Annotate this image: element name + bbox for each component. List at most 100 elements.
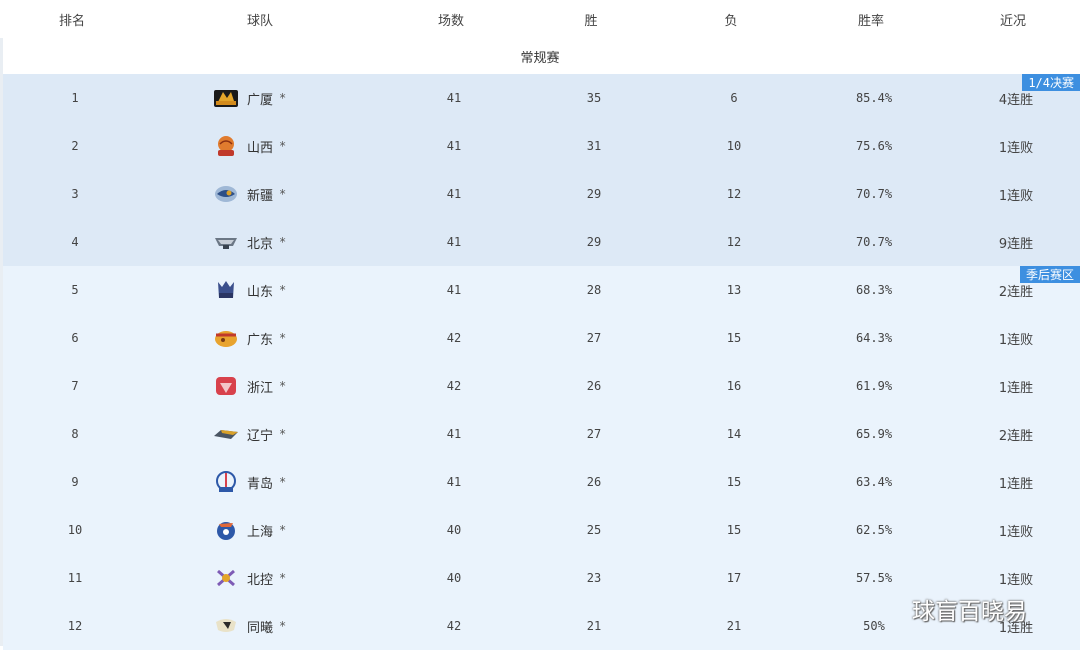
rank-cell: 6 xyxy=(71,331,79,345)
table-row[interactable]: 1 广厦 * 41 35 6 85.4% 4连胜 1/4决赛 xyxy=(3,74,1080,122)
losses-cell: 15 xyxy=(726,475,742,489)
games-cell: 40 xyxy=(446,571,462,585)
win-pct-cell: 62.5% xyxy=(855,523,893,537)
star-marker: * xyxy=(279,187,287,201)
star-marker: * xyxy=(279,523,287,537)
playoff-zone-tag: 1/4决赛 xyxy=(1022,74,1080,91)
wins-cell: 29 xyxy=(586,187,602,201)
team-logo-icon xyxy=(213,134,239,158)
games-cell: 41 xyxy=(446,91,462,105)
losses-cell: 12 xyxy=(726,187,742,201)
header-losses[interactable]: 负 xyxy=(681,0,781,38)
games-cell: 42 xyxy=(446,331,462,345)
rank-cell: 12 xyxy=(67,619,83,633)
header-wins[interactable]: 胜 xyxy=(541,0,641,38)
losses-cell: 15 xyxy=(726,331,742,345)
table-row[interactable]: 3 新疆 * 41 29 12 70.7% 1连败 xyxy=(3,170,1080,218)
wins-cell: 27 xyxy=(586,331,602,345)
team-name[interactable]: 北京 xyxy=(247,233,273,252)
table-row[interactable]: 2 山西 * 41 31 10 75.6% 1连败 xyxy=(3,122,1080,170)
star-marker: * xyxy=(279,427,287,441)
losses-cell: 6 xyxy=(730,91,738,105)
win-pct-cell: 85.4% xyxy=(855,91,893,105)
table-row[interactable]: 10 上海 * 40 25 15 62.5% 1连败 xyxy=(3,506,1080,554)
team-name[interactable]: 广厦 xyxy=(247,89,273,108)
team-cell[interactable]: 广东 * xyxy=(213,314,343,362)
win-pct-cell: 75.6% xyxy=(855,139,893,153)
team-cell[interactable]: 广厦 * xyxy=(213,74,343,122)
star-marker: * xyxy=(279,235,287,249)
table-row[interactable]: 5 山东 * 41 28 13 68.3% 2连胜 季后赛区 xyxy=(3,266,1080,314)
wins-cell: 25 xyxy=(586,523,602,537)
star-marker: * xyxy=(279,283,287,297)
games-cell: 42 xyxy=(446,379,462,393)
win-pct-cell: 57.5% xyxy=(855,571,893,585)
team-cell[interactable]: 辽宁 * xyxy=(213,410,343,458)
team-cell[interactable]: 山东 * xyxy=(213,266,343,314)
table-row[interactable]: 8 辽宁 * 41 27 14 65.9% 2连胜 xyxy=(3,410,1080,458)
streak-cell: 1连败 xyxy=(998,524,1034,540)
team-name[interactable]: 广东 xyxy=(247,329,273,348)
header-win-pct[interactable]: 胜率 xyxy=(821,0,921,38)
team-logo-icon xyxy=(213,470,239,494)
rank-cell: 11 xyxy=(67,571,83,585)
win-pct-cell: 65.9% xyxy=(855,427,893,441)
team-logo-icon xyxy=(213,422,239,446)
star-marker: * xyxy=(279,619,287,633)
star-marker: * xyxy=(279,571,287,585)
team-name[interactable]: 山东 xyxy=(247,281,273,300)
team-cell[interactable]: 山西 * xyxy=(213,122,343,170)
team-logo-icon xyxy=(213,230,239,254)
wins-cell: 31 xyxy=(586,139,602,153)
losses-cell: 15 xyxy=(726,523,742,537)
rank-cell: 7 xyxy=(71,379,79,393)
win-pct-cell: 70.7% xyxy=(855,187,893,201)
team-cell[interactable]: 新疆 * xyxy=(213,170,343,218)
team-name[interactable]: 辽宁 xyxy=(247,425,273,444)
watermark: 球盲百晓易 xyxy=(912,599,1027,625)
table-row[interactable]: 9 青岛 * 41 26 15 63.4% 1连胜 xyxy=(3,458,1080,506)
games-cell: 40 xyxy=(446,523,462,537)
table-row[interactable]: 7 浙江 * 42 26 16 61.9% 1连胜 xyxy=(3,362,1080,410)
team-cell[interactable]: 北控 * xyxy=(213,554,343,602)
header-team[interactable]: 球队 xyxy=(200,0,320,38)
team-name[interactable]: 新疆 xyxy=(247,185,273,204)
playin-zone-tag: 季后赛区 xyxy=(1019,266,1080,283)
table-row[interactable]: 6 广东 * 42 27 15 64.3% 1连败 xyxy=(3,314,1080,362)
header-rank[interactable]: 排名 xyxy=(22,0,122,38)
losses-cell: 13 xyxy=(726,283,742,297)
team-logo-icon xyxy=(213,86,239,110)
streak-cell: 1连败 xyxy=(998,140,1034,156)
losses-cell: 21 xyxy=(726,619,742,633)
team-name[interactable]: 山西 xyxy=(247,137,273,156)
team-cell[interactable]: 浙江 * xyxy=(213,362,343,410)
rank-cell: 5 xyxy=(71,283,79,297)
team-name[interactable]: 北控 xyxy=(247,569,273,588)
games-cell: 41 xyxy=(446,139,462,153)
header-streak[interactable]: 近况 xyxy=(963,0,1063,38)
team-cell[interactable]: 上海 * xyxy=(213,506,343,554)
team-logo-icon xyxy=(213,518,239,542)
rank-cell: 8 xyxy=(71,427,79,441)
streak-cell: 1连败 xyxy=(998,188,1034,204)
header-games[interactable]: 场数 xyxy=(401,0,501,38)
streak-cell: 1连败 xyxy=(998,332,1034,348)
losses-cell: 14 xyxy=(726,427,742,441)
games-cell: 42 xyxy=(446,619,462,633)
team-cell[interactable]: 北京 * xyxy=(213,218,343,266)
star-marker: * xyxy=(279,379,287,393)
team-name[interactable]: 上海 xyxy=(247,521,273,540)
win-pct-cell: 61.9% xyxy=(855,379,893,393)
team-name[interactable]: 青岛 xyxy=(247,473,273,492)
team-cell[interactable]: 同曦 * xyxy=(213,602,343,650)
streak-cell: 2连胜 xyxy=(998,428,1034,444)
team-name[interactable]: 同曦 xyxy=(247,617,273,636)
team-name[interactable]: 浙江 xyxy=(247,377,273,396)
table-row[interactable]: 4 北京 * 41 29 12 70.7% 9连胜 xyxy=(3,218,1080,266)
star-marker: * xyxy=(279,91,287,105)
team-cell[interactable]: 青岛 * xyxy=(213,458,343,506)
wins-cell: 29 xyxy=(586,235,602,249)
wins-cell: 26 xyxy=(586,379,602,393)
team-logo-icon xyxy=(213,614,239,638)
section-title: 常规赛 xyxy=(520,50,560,66)
